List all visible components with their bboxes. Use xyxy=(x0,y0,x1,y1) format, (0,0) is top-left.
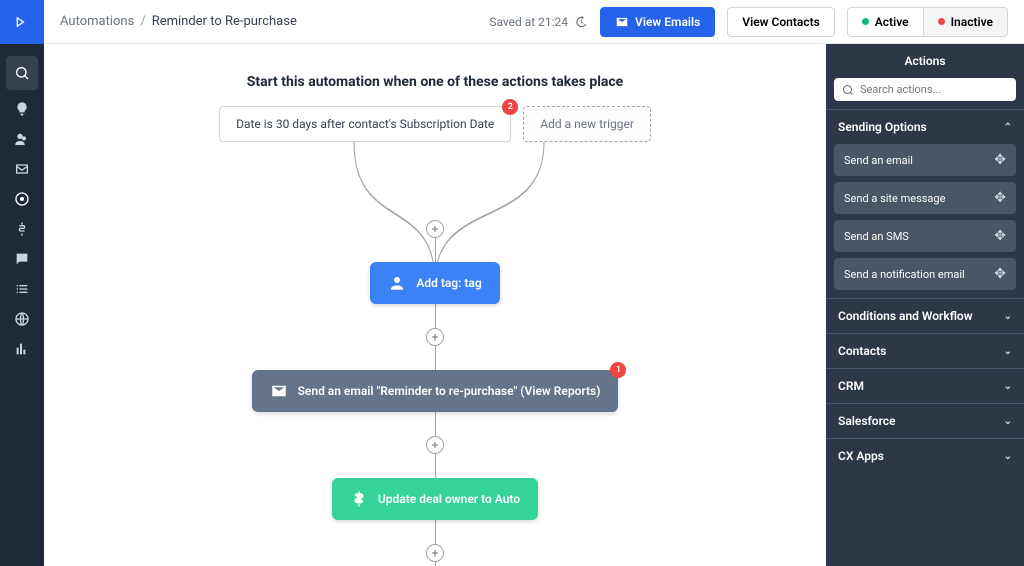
active-dot-icon xyxy=(862,18,869,25)
drag-handle-icon: ✥ xyxy=(994,152,1006,168)
add-trigger-label: Add a new trigger xyxy=(540,117,634,131)
section-contacts[interactable]: Contacts ⌄ xyxy=(826,333,1024,368)
item-send-site-message[interactable]: Send a site message ✥ xyxy=(834,182,1016,214)
chevron-down-icon: ⌄ xyxy=(1004,346,1012,357)
item-label: Send an email xyxy=(844,154,913,167)
reports-icon[interactable] xyxy=(0,334,44,364)
saved-indicator: Saved at 21:24 xyxy=(489,15,588,29)
globe-icon[interactable] xyxy=(0,304,44,334)
item-send-notification[interactable]: Send a notification email ✥ xyxy=(834,258,1016,290)
section-label: Conditions and Workflow xyxy=(838,309,973,323)
actions-panel-title: Actions xyxy=(826,44,1024,78)
contacts-icon[interactable] xyxy=(0,124,44,154)
history-icon[interactable] xyxy=(574,15,588,29)
action-send-email[interactable]: Send an email "Reminder to re-purchase" … xyxy=(252,370,619,412)
connector-line xyxy=(435,238,436,262)
inactive-dot-icon xyxy=(938,18,945,25)
actions-search-wrap xyxy=(834,78,1016,101)
dollar-icon[interactable] xyxy=(0,214,44,244)
section-crm[interactable]: CRM ⌄ xyxy=(826,368,1024,403)
drag-handle-icon: ✥ xyxy=(994,228,1006,244)
chevron-down-icon: ⌄ xyxy=(1004,416,1012,427)
tag-person-icon xyxy=(388,274,406,292)
view-contacts-button[interactable]: View Contacts xyxy=(727,7,834,37)
chevron-down-icon: ⌄ xyxy=(1004,381,1012,392)
logo-icon xyxy=(14,14,30,30)
sending-items-list: Send an email ✥ Send a site message ✥ Send… xyxy=(826,144,1024,298)
breadcrumb-root[interactable]: Automations xyxy=(60,14,134,29)
connector-line xyxy=(435,520,436,544)
view-emails-button[interactable]: View Emails xyxy=(600,7,715,37)
active-button[interactable]: Active xyxy=(848,8,924,36)
view-contacts-label: View Contacts xyxy=(742,15,819,29)
chevron-down-icon: ⌄ xyxy=(1004,451,1012,462)
connector-line xyxy=(435,412,436,436)
automation-icon[interactable] xyxy=(0,184,44,214)
inactive-label: Inactive xyxy=(951,15,993,29)
dollar-icon xyxy=(350,490,368,508)
bulb-icon[interactable] xyxy=(0,94,44,124)
list-icon[interactable] xyxy=(0,274,44,304)
saved-text: Saved at 21:24 xyxy=(489,15,568,29)
section-cxapps[interactable]: CX Apps ⌄ xyxy=(826,438,1024,473)
drag-handle-icon: ✥ xyxy=(994,266,1006,282)
section-salesforce[interactable]: Salesforce ⌄ xyxy=(826,403,1024,438)
actions-search-input[interactable] xyxy=(834,78,1016,101)
logo[interactable] xyxy=(0,0,44,44)
section-sending-label: Sending Options xyxy=(838,120,927,134)
section-conditions[interactable]: Conditions and Workflow ⌄ xyxy=(826,298,1024,333)
chevron-up-icon: ⌃ xyxy=(1004,122,1012,133)
search-nav-icon[interactable] xyxy=(6,56,38,90)
action-update-deal[interactable]: Update deal owner to Auto xyxy=(332,478,538,520)
trigger-date-label: Date is 30 days after contact's Subscrip… xyxy=(236,117,494,131)
action-deal-label: Update deal owner to Auto xyxy=(378,492,520,506)
section-sending-options[interactable]: Sending Options ⌃ xyxy=(826,109,1024,144)
item-label: Send a site message xyxy=(844,192,945,205)
left-sidebar xyxy=(0,0,44,566)
breadcrumb-current: Reminder to Re-purchase xyxy=(152,14,297,29)
section-label: CX Apps xyxy=(838,449,884,463)
add-node-button[interactable]: + xyxy=(426,328,444,346)
chat-icon[interactable] xyxy=(0,244,44,274)
item-label: Send a notification email xyxy=(844,268,965,281)
breadcrumb: Automations / Reminder to Re-purchase xyxy=(60,14,297,29)
trigger-badge[interactable]: 2 xyxy=(502,99,518,115)
active-label: Active xyxy=(875,15,909,29)
action-tag-label: Add tag: tag xyxy=(416,276,481,290)
item-send-email[interactable]: Send an email ✥ xyxy=(834,144,1016,176)
actions-panel: Actions Sending Options ⌃ Send an email ✥… xyxy=(826,44,1024,566)
item-send-sms[interactable]: Send an SMS ✥ xyxy=(834,220,1016,252)
connector-line xyxy=(435,304,436,328)
section-label: Contacts xyxy=(838,344,886,358)
action-email-label: Send an email "Reminder to re-purchase" … xyxy=(298,384,601,398)
status-toggle: Active Inactive xyxy=(847,7,1008,37)
breadcrumb-separator: / xyxy=(140,14,145,29)
add-trigger-box[interactable]: Add a new trigger xyxy=(523,106,651,142)
header: Automations / Reminder to Re-purchase Sa… xyxy=(44,0,1024,44)
section-label: Salesforce xyxy=(838,414,896,428)
add-node-button[interactable]: + xyxy=(426,544,444,562)
section-label: CRM xyxy=(838,379,864,393)
chevron-down-icon: ⌄ xyxy=(1004,311,1012,322)
canvas[interactable]: Start this automation when one of these … xyxy=(44,44,826,566)
view-emails-label: View Emails xyxy=(635,15,700,29)
drag-handle-icon: ✥ xyxy=(994,190,1006,206)
trigger-date-box[interactable]: Date is 30 days after contact's Subscrip… xyxy=(219,106,511,142)
canvas-title: Start this automation when one of these … xyxy=(44,74,826,90)
add-node-button[interactable]: + xyxy=(426,436,444,454)
action-email-badge[interactable]: 1 xyxy=(610,362,626,378)
action-add-tag[interactable]: Add tag: tag xyxy=(370,262,499,304)
connector-line xyxy=(435,562,436,566)
item-label: Send an SMS xyxy=(844,230,909,243)
mail-icon[interactable] xyxy=(0,154,44,184)
mail-icon xyxy=(270,382,288,400)
connector-line xyxy=(435,454,436,478)
inactive-button[interactable]: Inactive xyxy=(924,8,1007,36)
connector-line xyxy=(435,346,436,370)
add-node-button[interactable]: + xyxy=(426,220,444,238)
mail-icon xyxy=(615,15,629,29)
